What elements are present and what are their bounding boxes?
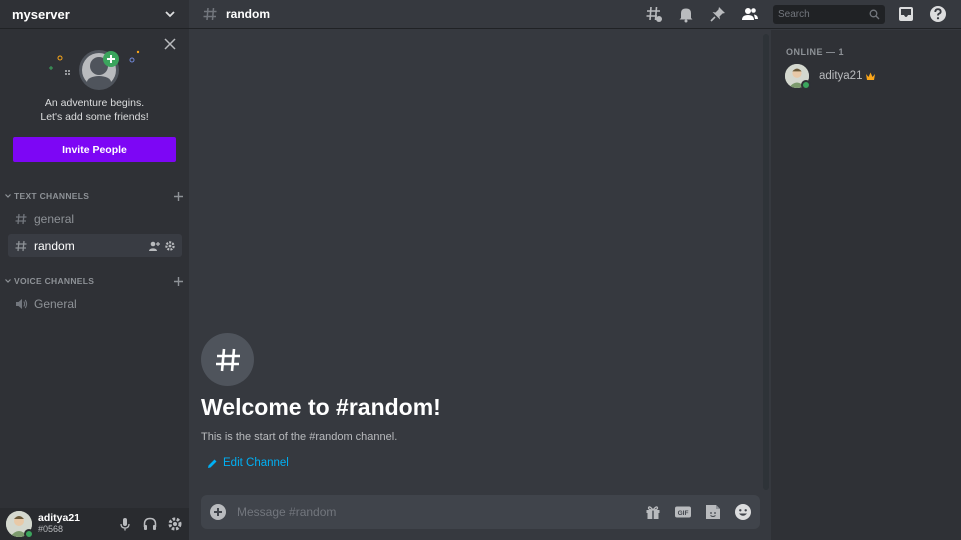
invite-card: An adventure begins. Let's add some frie… — [0, 30, 189, 176]
category-voice-channels[interactable]: VOICE CHANNELS — [4, 274, 184, 288]
category-text-channels[interactable]: TEXT CHANNELS — [4, 189, 184, 203]
member-list: ONLINE — 1 aditya21 — [771, 30, 961, 540]
add-member-icon[interactable] — [148, 240, 160, 252]
welcome-subtitle: This is the start of the #random channel… — [201, 431, 398, 443]
speaker-icon — [16, 298, 28, 309]
server-name: myserver — [12, 6, 70, 22]
user-panel: aditya21 #0568 — [0, 508, 189, 540]
online-heading: ONLINE — 1 — [786, 47, 845, 57]
gift-icon[interactable] — [644, 503, 662, 521]
edit-channel-link[interactable]: Edit Channel — [207, 457, 289, 469]
user-info[interactable]: aditya21 #0568 — [38, 513, 108, 535]
microphone-icon[interactable] — [117, 516, 133, 532]
sticker-icon[interactable] — [704, 503, 722, 521]
invite-illustration — [49, 50, 140, 90]
channel-item-random[interactable]: random — [8, 234, 182, 257]
hash-icon — [215, 348, 240, 371]
gif-icon[interactable]: GIF — [674, 503, 692, 521]
avatar — [785, 64, 811, 90]
channel-item-general[interactable]: general — [8, 207, 182, 230]
close-icon[interactable] — [164, 38, 176, 50]
create-channel-icon[interactable] — [173, 276, 184, 287]
threads-icon[interactable] — [645, 5, 663, 23]
welcome-title: Welcome to #random! — [201, 394, 441, 420]
chevron-down-icon — [5, 194, 11, 198]
crown-icon — [866, 72, 876, 80]
create-channel-icon[interactable] — [173, 191, 184, 202]
invite-people-button[interactable]: Invite People — [13, 137, 176, 162]
pin-icon[interactable] — [709, 5, 727, 23]
headphones-icon[interactable] — [142, 516, 158, 532]
message-input[interactable]: Message #random — [237, 505, 632, 519]
channel-name: General — [34, 296, 77, 311]
inbox-icon[interactable] — [897, 5, 915, 23]
channel-title: random — [226, 7, 271, 21]
user-discriminator: #0568 — [38, 524, 64, 534]
gear-icon[interactable] — [167, 516, 183, 532]
search-icon — [869, 9, 880, 19]
add-attachment-icon[interactable] — [209, 503, 227, 521]
hash-icon — [15, 213, 27, 224]
online-status-indicator — [24, 529, 34, 539]
svg-text:GIF: GIF — [678, 510, 689, 517]
hash-icon — [15, 240, 27, 251]
edit-channel-label: Edit Channel — [223, 457, 289, 469]
scrollbar[interactable] — [763, 34, 769, 490]
search-placeholder: Search — [778, 8, 810, 20]
search-input[interactable]: Search — [773, 4, 885, 24]
online-status-indicator — [801, 80, 811, 90]
member-list-icon[interactable] — [741, 5, 759, 23]
username: aditya21 — [38, 512, 81, 524]
discord-app: myserver An adventure begins. Let's add … — [0, 0, 961, 540]
member-name: aditya21 — [819, 70, 863, 82]
voice-channel-general[interactable]: General — [8, 292, 182, 315]
invite-line-2: Let's add some friends! — [40, 111, 149, 123]
chevron-down-icon — [5, 279, 11, 283]
channel-name: random — [34, 238, 75, 253]
avatar[interactable] — [6, 511, 34, 539]
channel-sidebar: myserver An adventure begins. Let's add … — [0, 0, 189, 540]
message-composer[interactable]: Message #random GIF — [201, 495, 760, 529]
chevron-down-icon[interactable] — [163, 7, 177, 21]
category-label: VOICE CHANNELS — [14, 276, 95, 286]
category-label: TEXT CHANNELS — [14, 191, 90, 201]
pencil-icon — [208, 459, 217, 468]
channel-header: random Search — [189, 0, 961, 29]
server-header[interactable]: myserver — [0, 0, 189, 29]
hash-icon — [203, 7, 217, 21]
help-icon[interactable] — [929, 5, 947, 23]
invite-text: An adventure begins. Let's add some frie… — [0, 96, 189, 124]
channel-name: general — [34, 211, 75, 226]
invite-line-1: An adventure begins. — [44, 97, 145, 109]
channel-hash-badge — [201, 333, 254, 386]
member-item[interactable]: aditya21 — [785, 64, 876, 90]
gear-icon[interactable] — [164, 240, 176, 252]
emoji-icon[interactable] — [734, 503, 752, 521]
bell-icon[interactable] — [677, 5, 695, 23]
